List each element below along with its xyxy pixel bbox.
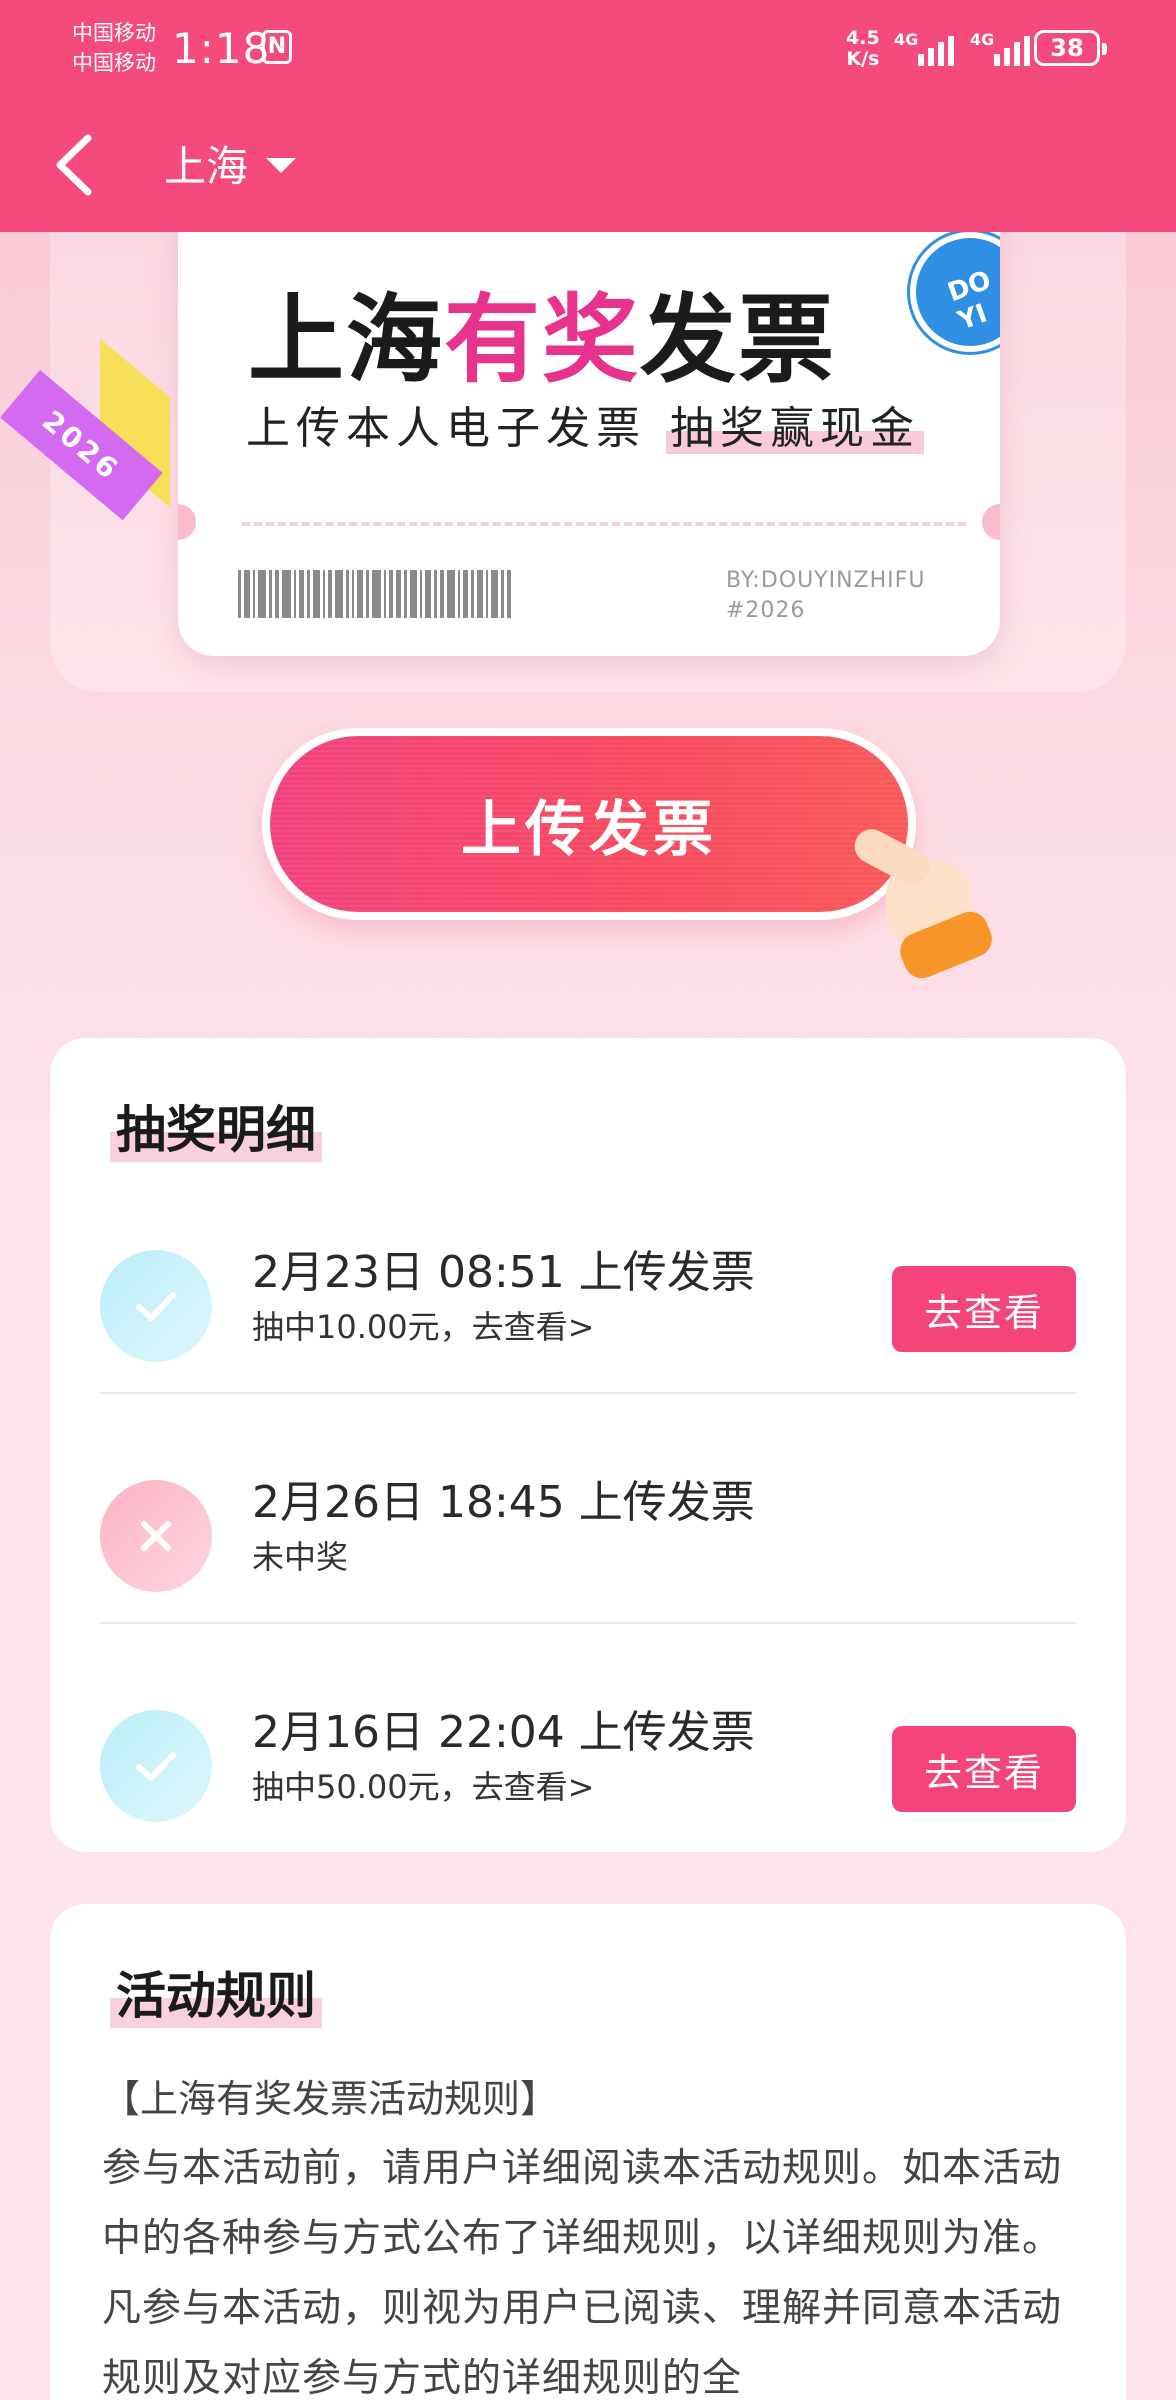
- carrier-labels: 中国移动 中国移动: [72, 18, 156, 78]
- globe-badge-icon: DO YI: [910, 232, 1000, 352]
- lottery-row: 2月23日 08:51 上传发票 抽中10.00元，去查看> 去查看: [100, 1170, 1076, 1400]
- lottery-row-desc[interactable]: 抽中10.00元，去查看>: [252, 1302, 594, 1348]
- top-bar: 中国移动 中国移动 1:18 N 4.5 K/s 4G 4G 38 上海: [0, 0, 1176, 232]
- lottery-row-title: 2月26日 18:45 上传发票: [252, 1477, 755, 1528]
- lottery-row: 2月16日 22:04 上传发票 抽中50.00元，去查看> 去查看: [100, 1630, 1076, 1860]
- signal-icon-2: 4G: [970, 30, 1030, 66]
- win-check-icon: [100, 1710, 212, 1822]
- signal-1-label: 4G: [894, 30, 919, 49]
- signal-icon-1: 4G: [894, 30, 954, 66]
- signal-2-label: 4G: [970, 30, 995, 49]
- view-prize-button[interactable]: 去查看: [892, 1266, 1076, 1352]
- lottery-details-title: 抽奖明细: [110, 1090, 322, 1162]
- win-check-icon: [100, 1250, 212, 1362]
- rules-heading: 【上海有奖发票活动规则】: [102, 2077, 559, 2121]
- barcode-icon: [238, 570, 710, 618]
- rules-body: 参与本活动前，请用户详细阅读本活动规则。如本活动中的各种参与方式公布了详细规则，…: [102, 2146, 1063, 2400]
- lottery-row-desc[interactable]: 抽中50.00元，去查看>: [252, 1762, 594, 1808]
- view-prize-button[interactable]: 去查看: [892, 1726, 1076, 1812]
- hero-title-highlight: 有奖: [444, 284, 640, 396]
- network-speed-value: 4.5: [846, 27, 880, 49]
- row-divider: [100, 1622, 1076, 1624]
- carrier-1: 中国移动: [72, 21, 156, 45]
- clock: 1:18: [172, 24, 271, 73]
- network-speed: 4.5 K/s: [846, 28, 880, 70]
- lottery-details-card: 抽奖明细 2月23日 08:51 上传发票 抽中10.00元，去查看> 去查看 …: [50, 1038, 1126, 1852]
- carrier-2: 中国移动: [72, 51, 156, 75]
- hero-subtitle: 上传本人电子发票 抽奖赢现金: [246, 392, 924, 456]
- lottery-row-desc: 未中奖: [252, 1538, 349, 1576]
- hero-subtitle-highlight: 抽奖赢现金: [666, 403, 924, 454]
- back-button[interactable]: [48, 130, 104, 200]
- lottery-row-title: 2月16日 22:04 上传发票: [252, 1707, 755, 1758]
- upload-invoice-button[interactable]: 上传发票: [262, 728, 916, 920]
- year-ribbon: 2026: [0, 338, 180, 521]
- caret-down-icon[interactable]: [266, 158, 296, 173]
- ticket-divider: [242, 522, 966, 526]
- rules-title: 活动规则: [110, 1956, 322, 2028]
- nfc-icon: N: [262, 30, 292, 64]
- battery-icon: 38: [1034, 30, 1107, 66]
- lottery-row: 2月26日 18:45 上传发票 未中奖: [100, 1400, 1076, 1630]
- ticket-byline: BY:DOUYINZHIFU #2026: [726, 568, 926, 623]
- city-selector[interactable]: 上海: [164, 133, 248, 194]
- hero-title: 上海有奖发票: [248, 284, 836, 396]
- lottery-row-title: 2月23日 08:51 上传发票: [252, 1247, 755, 1298]
- network-speed-unit: K/s: [846, 48, 880, 70]
- row-divider: [100, 1392, 1076, 1394]
- lose-cross-icon: [100, 1480, 212, 1592]
- status-bar: 中国移动 中国移动 1:18 N 4.5 K/s 4G 4G 38: [0, 0, 1176, 100]
- upload-invoice-label: 上传发票: [270, 736, 908, 912]
- hero-ticket: DO YI 上海有奖发票 上传本人电子发票 抽奖赢现金 BY:DOUYINZHI…: [178, 212, 1000, 656]
- rules-card: 活动规则 【上海有奖发票活动规则】 参与本活动前，请用户详细阅读本活动规则。如本…: [50, 1904, 1126, 2400]
- chevron-left-icon: [56, 134, 92, 196]
- pointing-hand-icon: [848, 823, 1000, 990]
